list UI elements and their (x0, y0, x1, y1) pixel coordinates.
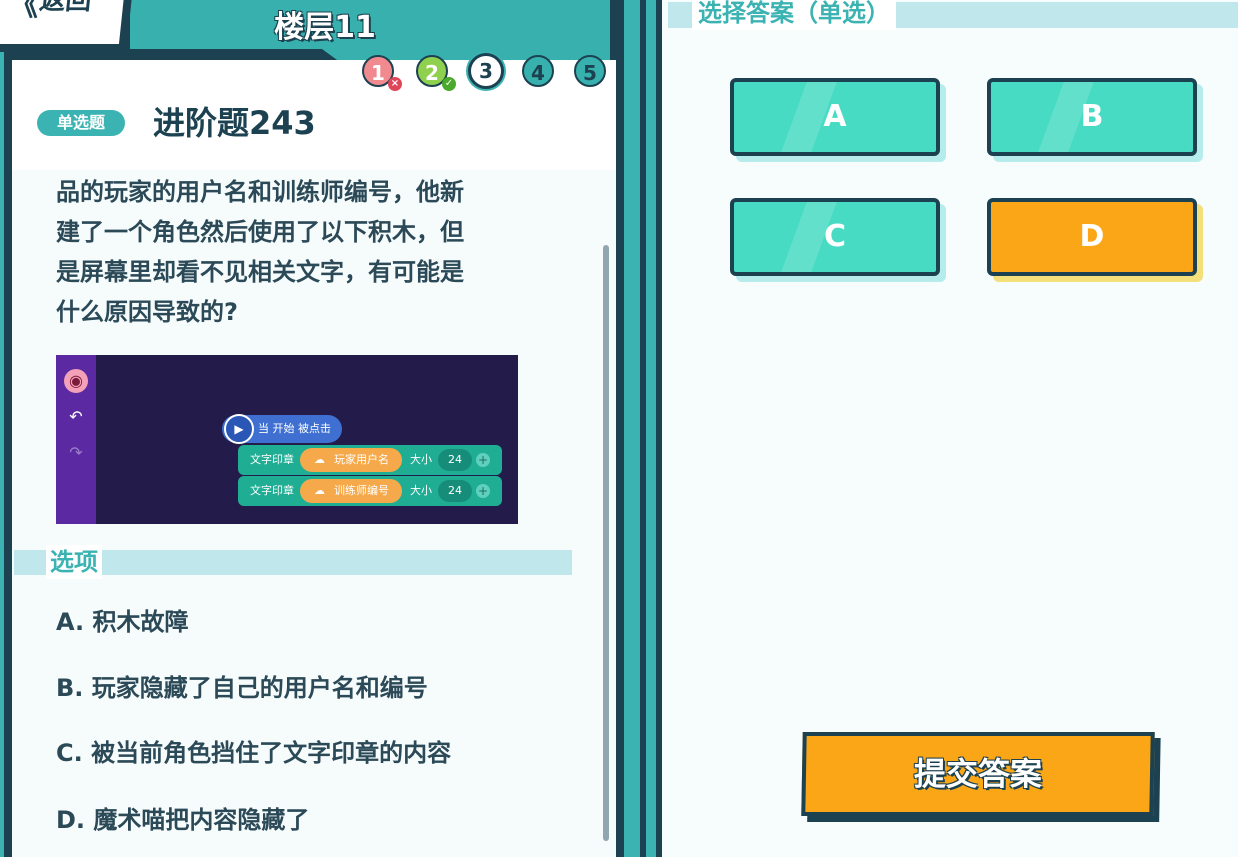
chevron-left-icon: 《 (7, 0, 41, 23)
play-icon: ▶ (224, 414, 254, 444)
cat-avatar-icon: ◉ (64, 369, 88, 393)
option-d-text: D. 魔术喵把内容隐藏了 (56, 806, 310, 834)
question-panel: 楼层11 《 返回 1 × 2 ✓ 3 4 5 单选题 进阶题243 品的玩家的… (0, 0, 640, 857)
option-b-text: B. 玩家隐藏了自己的用户名和编号 (56, 674, 428, 702)
question-text-line: 什么原因导致的? (56, 298, 238, 326)
panel-divider-stripe (646, 0, 656, 857)
progress-step-2[interactable]: 2 ✓ (416, 55, 456, 91)
undo-icon: ↶ (69, 407, 83, 426)
progress-step-4[interactable]: 4 (522, 55, 554, 87)
wrong-mark-icon: × (388, 77, 402, 91)
size-label: 大小 (410, 453, 432, 466)
redo-icon: ↷ (69, 443, 83, 462)
options-title: 选项 (46, 545, 102, 579)
stamp-block-label: 文字印章 (250, 453, 294, 466)
editor-sidebar: ◉ ↶ ↷ (56, 355, 96, 524)
progress-step-1[interactable]: 1 × (362, 55, 402, 91)
answer-d-button[interactable]: D (987, 198, 1197, 276)
submit-answer-button[interactable]: 提交答案 (801, 732, 1155, 816)
size-value: 24 (438, 449, 472, 471)
size-label: 大小 (410, 484, 432, 497)
code-blocks-image: ◉ ↶ ↷ 当 开始 被点击 ▶ 文字印章 ☁ 玩家用户名 大小 24 + 文字… (56, 355, 518, 524)
back-button[interactable]: 《 返回 (0, 0, 130, 48)
size-value: 24 (438, 480, 472, 502)
question-text: 品的玩家的用户名和训练师编号，他新 建了一个角色然后使用了以下积木，但 是屏幕里… (56, 172, 536, 332)
answer-c-button[interactable]: C (730, 198, 940, 276)
question-scrollbar[interactable] (603, 245, 609, 841)
cloud-icon: ☁ (314, 453, 325, 466)
answer-label: D (1079, 219, 1105, 254)
variable-pill: ☁ 训练师编号 (300, 479, 402, 503)
variable-name: 玩家用户名 (334, 453, 389, 466)
question-type-badge: 单选题 (37, 110, 125, 136)
floor-title: 楼层11 (274, 10, 376, 45)
progress-step-label: 5 (583, 61, 597, 85)
cloud-icon: ☁ (314, 484, 325, 497)
progress-step-5[interactable]: 5 (574, 55, 606, 87)
question-text-line: 品的玩家的用户名和训练师编号，他新 (56, 178, 464, 206)
option-c-text: C. 被当前角色挡住了文字印章的内容 (56, 739, 452, 767)
text-stamp-block: 文字印章 ☁ 训练师编号 大小 24 + (238, 476, 502, 506)
answer-b-button[interactable]: B (987, 78, 1197, 156)
progress-step-label: 4 (531, 61, 545, 85)
question-text-line: 建了一个角色然后使用了以下积木，但 (56, 218, 464, 246)
progress-step-3[interactable]: 3 (468, 53, 504, 89)
option-a-text: A. 积木故障 (56, 608, 189, 636)
variable-name: 训练师编号 (334, 484, 389, 497)
question-text-line: 是屏幕里却看不见相关文字，有可能是 (56, 258, 464, 286)
check-mark-icon: ✓ (442, 77, 456, 91)
variable-pill: ☁ 玩家用户名 (300, 448, 402, 472)
plus-icon: + (476, 453, 490, 467)
progress-step-label: 1 (371, 61, 385, 85)
answer-panel-title: 选择答案（单选） (692, 0, 896, 30)
progress-step-label: 3 (479, 59, 493, 83)
hat-block-label: 当 开始 被点击 (258, 422, 331, 435)
question-title: 进阶题243 (153, 104, 316, 142)
plus-icon: + (476, 484, 490, 498)
text-stamp-block: 文字印章 ☁ 玩家用户名 大小 24 + (238, 445, 502, 475)
answer-panel: 选择答案（单选） A B C D 提交答案 (662, 0, 1238, 857)
answer-a-button[interactable]: A (730, 78, 940, 156)
stamp-block-label: 文字印章 (250, 484, 294, 497)
back-label: 返回 (37, 0, 94, 16)
progress-step-label: 2 (425, 61, 439, 85)
